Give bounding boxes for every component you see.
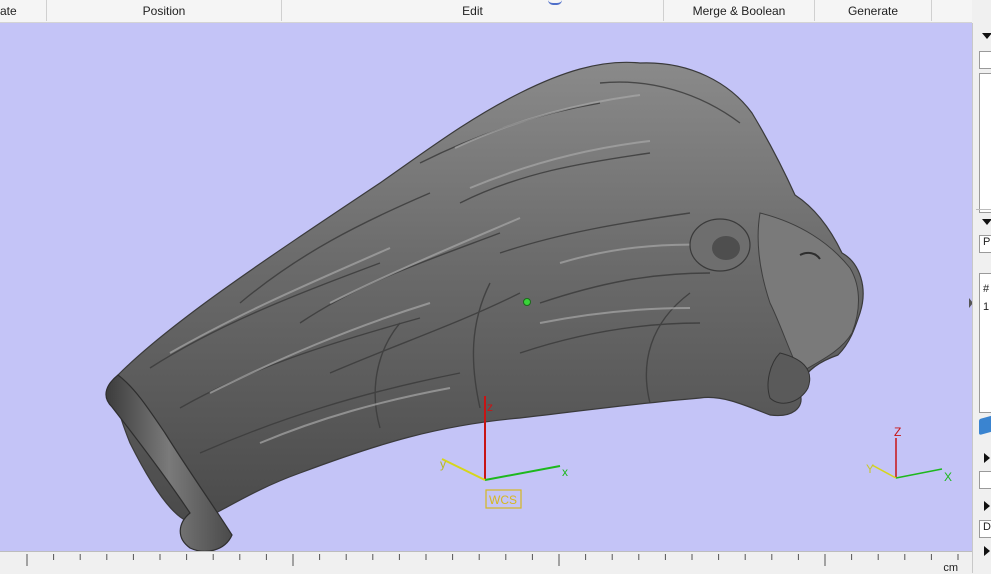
side-list-row: 1	[983, 301, 990, 313]
expand-arrow-icon[interactable]	[984, 546, 990, 556]
ruler-ticks	[26, 554, 959, 566]
wcs-z-label: z	[487, 400, 493, 414]
3d-viewport[interactable]: z x y WCS Z X Y	[0, 23, 972, 551]
side-dropdown-2[interactable]: D	[979, 520, 991, 538]
scene-canvas: z x y WCS Z X Y	[105, 61, 952, 551]
side-input-2[interactable]	[979, 471, 991, 489]
cube-icon[interactable]	[979, 414, 991, 436]
side-divider	[976, 209, 991, 210]
pivot-point-marker	[523, 298, 531, 306]
ribbon-menu-bar: ate Position Edit Merge & Boolean Genera…	[0, 0, 972, 23]
menu-item-create[interactable]: ate	[0, 0, 47, 21]
expand-arrow-icon[interactable]	[984, 453, 990, 463]
collapse-arrow-icon[interactable]	[982, 219, 991, 225]
expand-arrow-icon[interactable]	[984, 501, 990, 511]
wcs-x-label: x	[562, 465, 568, 479]
menu-item-generate[interactable]: Generate	[815, 0, 932, 21]
ruler-unit-label: cm	[943, 562, 958, 574]
triad-y-label: Y	[866, 462, 874, 476]
menu-item-position[interactable]: Position	[47, 0, 282, 21]
wcs-label: WCS	[489, 493, 517, 507]
menu-item-merge-boolean[interactable]: Merge & Boolean	[664, 0, 815, 21]
side-list-1[interactable]	[979, 73, 991, 213]
side-list-header: #	[983, 283, 990, 295]
triad-z-label: Z	[894, 425, 901, 439]
side-input-1[interactable]	[979, 51, 991, 69]
side-dropdown[interactable]: P	[979, 235, 991, 253]
bottom-ruler: cm	[0, 551, 972, 574]
right-side-panel: P # 1 D	[972, 23, 991, 573]
wcs-y-label: y	[440, 457, 446, 471]
view-orientation-triad[interactable]: Z X Y	[866, 425, 952, 484]
menu-item-edit[interactable]: Edit	[282, 0, 664, 21]
triad-x-label: X	[944, 470, 952, 484]
collapse-arrow-icon[interactable]	[982, 33, 991, 39]
side-list-2[interactable]: # 1	[979, 273, 991, 413]
